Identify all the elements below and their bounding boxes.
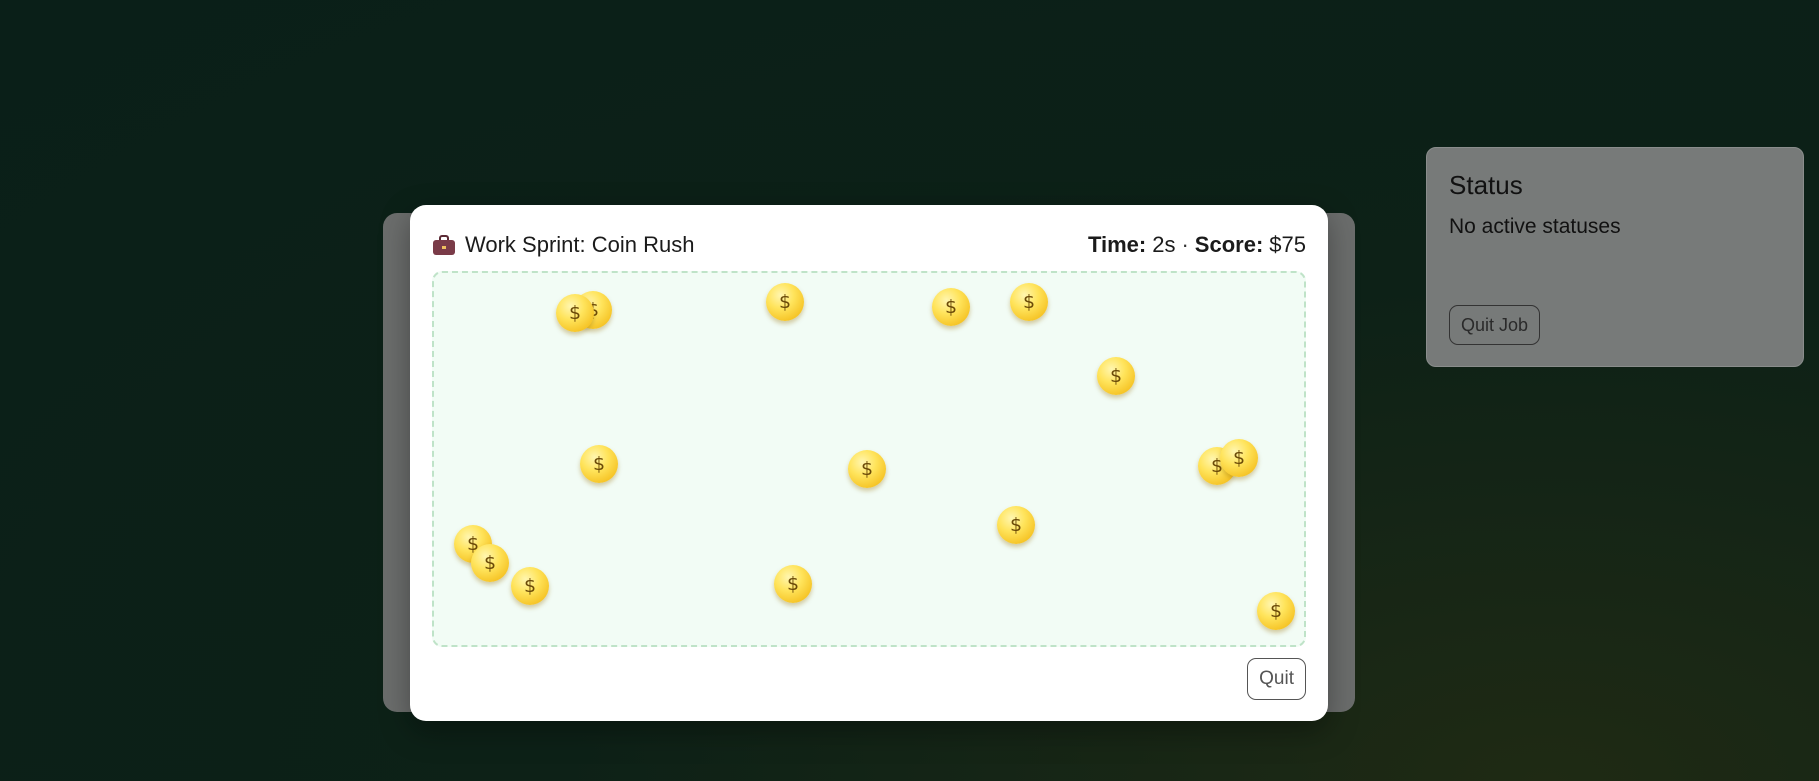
coin[interactable]: $ (1097, 357, 1135, 395)
modal-title-text: Work Sprint: Coin Rush (465, 232, 695, 257)
coin[interactable]: $ (1010, 283, 1048, 321)
status-title: Status (1449, 170, 1523, 200)
modal-header: Work Sprint: Coin Rush Time: 2s · Score:… (433, 229, 1306, 261)
status-panel: Status No active statuses Quit Job (1426, 147, 1804, 367)
coin-rush-modal: Work Sprint: Coin Rush Time: 2s · Score:… (410, 205, 1328, 721)
coin[interactable]: $ (1220, 439, 1258, 477)
coin[interactable]: $ (511, 567, 549, 605)
coin[interactable]: $ (848, 450, 886, 488)
coin[interactable]: $ (997, 506, 1035, 544)
briefcase-icon (433, 235, 455, 255)
time-label: Time: (1087, 232, 1147, 257)
score-label: Score: (1194, 232, 1264, 257)
coin-play-area[interactable]: $$$$$$$$$$$$$$$$ (432, 271, 1306, 647)
coin[interactable]: $ (766, 283, 804, 321)
score-value: $75 (1269, 232, 1306, 257)
coin[interactable]: $ (774, 565, 812, 603)
coin[interactable]: $ (932, 288, 970, 326)
modal-stats: Time: 2s · Score: $75 (1088, 232, 1306, 258)
modal-title: Work Sprint: Coin Rush (433, 232, 694, 258)
quit-job-button[interactable]: Quit Job (1449, 305, 1541, 345)
quit-button[interactable]: Quit (1247, 658, 1306, 700)
coin[interactable]: $ (471, 544, 509, 582)
time-value: 2s (1152, 232, 1176, 257)
stat-separator: · (1181, 232, 1189, 257)
status-text: No active statuses (1449, 215, 1621, 238)
coin[interactable]: $ (1257, 592, 1295, 630)
coin[interactable]: $ (580, 445, 618, 483)
coin[interactable]: $ (556, 294, 594, 332)
